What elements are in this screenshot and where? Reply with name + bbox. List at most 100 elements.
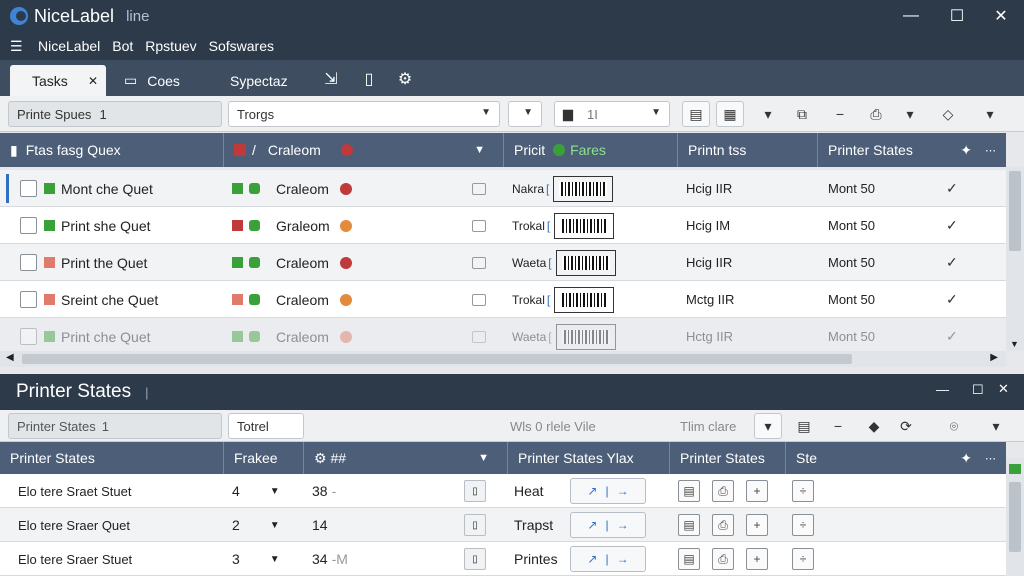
row-checkbox[interactable] (20, 254, 37, 271)
add-icon[interactable]: + (746, 548, 768, 570)
menu-item-nicelabel[interactable]: NiceLabel (38, 38, 100, 54)
edit-field-icon[interactable]: ▯ (464, 548, 486, 570)
chevron-down-icon[interactable]: ▾ (754, 413, 782, 439)
import-icon[interactable]: ⇲ (320, 68, 342, 90)
status-toggle-button[interactable]: ↗ | → (570, 478, 646, 504)
trorgs-dropdown[interactable]: Trorgs ▼ (228, 101, 500, 127)
table-row[interactable]: Elo tere Sraet Stuet 4 ▼ 38- ▯ Heat ↗ | → ▤ ⎙ + ÷ (0, 474, 1006, 508)
tab-sypectaz[interactable]: Sypectaz (230, 65, 310, 96)
chevron-down-icon[interactable]: ▾ (754, 101, 782, 127)
printer-icon[interactable]: ⎙ (712, 514, 734, 536)
detail-view-icon[interactable]: ▦ (716, 101, 744, 127)
row-checkbox[interactable] (20, 180, 37, 197)
close-button[interactable]: ✕ (978, 0, 1024, 32)
barcode-preview[interactable] (554, 286, 615, 313)
printer-icon[interactable]: ⎙ (712, 480, 734, 502)
minus-icon[interactable]: − (826, 101, 854, 127)
column-header-ste[interactable]: Ste ✦ ⋯ (786, 442, 1006, 474)
column-header-queue[interactable]: ▮ Ftas fasg Quex (0, 133, 224, 167)
barcode-preview[interactable] (555, 249, 616, 276)
barcode-preview[interactable] (553, 175, 614, 202)
column-header-panel-states[interactable]: Printer States (0, 442, 224, 474)
scroll-thumb[interactable] (1009, 482, 1021, 552)
table-row[interactable]: Elo tere Sraer Stuet 3 ▼ 34 -M ▯ Printes ↗ | → ▤ ⎙ +… (0, 542, 1006, 576)
minus-icon[interactable]: − (824, 413, 852, 439)
status-toggle-button[interactable]: ↗ | → (570, 546, 646, 572)
table-row[interactable]: Print she Quet Graleom Trokal[Hcig IM Mont … (0, 207, 1006, 244)
scroll-down-icon[interactable]: ▼ (1010, 339, 1019, 349)
table-row[interactable]: Print che Quet Craleom Waeta[Hctg IIR Mont … (0, 318, 1006, 355)
tab-coes[interactable]: ▭ Coes (124, 65, 214, 96)
chevron-down-icon[interactable]: ▼ (270, 554, 280, 565)
scroll-thumb[interactable] (22, 354, 852, 364)
document-icon[interactable]: ▤ (678, 548, 700, 570)
barcode-preview[interactable] (554, 212, 615, 239)
column-header-print-time[interactable]: Printn tss (678, 133, 818, 167)
menu-item-bot[interactable]: Bot (112, 38, 133, 54)
tab-tasks[interactable]: Tasks ✕ (10, 65, 106, 96)
table-row[interactable]: Mont che Quet Craleom Nakra[Hcig IIR Mont 5… (0, 170, 1006, 207)
edit-field-icon[interactable]: ▯ (464, 514, 486, 536)
chevron-down-icon[interactable]: ▾ (896, 101, 924, 127)
close-panel-icon[interactable]: ✕ (998, 381, 1009, 397)
row-checkbox[interactable] (20, 328, 37, 345)
chevron-down-icon[interactable]: ▼ (270, 486, 280, 497)
settings-gear-icon[interactable]: ⚙ (394, 68, 416, 90)
folder-icon[interactable] (472, 256, 486, 269)
document-icon[interactable]: ▤ (678, 514, 700, 536)
printer-spues-field[interactable]: Printe Spues 1 (8, 101, 222, 127)
column-header-ylax[interactable]: Printer States Ylax (508, 442, 670, 474)
camera-icon[interactable]: ⌾ (940, 413, 968, 439)
menu-item-rpstuev[interactable]: Rpstuev (145, 38, 196, 54)
add-icon[interactable]: + (746, 480, 768, 502)
row-checkbox[interactable] (20, 291, 37, 308)
column-header-print[interactable]: Pricit Fares (504, 133, 678, 167)
column-header-type[interactable]: / Craleom ▼ (224, 133, 504, 167)
row-checkbox[interactable] (20, 217, 37, 234)
chevron-down-icon[interactable]: ▼ (270, 520, 280, 531)
scroll-right-icon[interactable]: ▶ (990, 352, 998, 363)
list-view-icon[interactable]: ▤ (682, 101, 710, 127)
column-header-printer-states[interactable]: Printer States ✦ ⋯ (818, 133, 1006, 167)
scroll-thumb[interactable] (1009, 171, 1021, 251)
maximize-panel-icon[interactable]: ☐ (972, 382, 984, 398)
edit-field-icon[interactable]: ▯ (464, 480, 486, 502)
table-row[interactable]: Elo tere Sraer Quet 2 ▼ 14 ▯ Trapst ↗ | → ▤ ⎙ + ÷ (0, 508, 1006, 542)
tab-close-icon[interactable]: ✕ (88, 74, 98, 88)
menu-item-sofswares[interactable]: Sofswares (209, 38, 274, 54)
scroll-left-icon[interactable]: ◀ (6, 352, 14, 363)
status-toggle-button[interactable]: ↗ | → (570, 512, 646, 538)
minimize-button[interactable]: — (888, 0, 934, 32)
column-header-panel-states-2[interactable]: Printer States (670, 442, 786, 474)
add-icon[interactable]: + (746, 514, 768, 536)
folder-icon[interactable] (472, 182, 486, 195)
vertical-scrollbar[interactable]: ▼ (1006, 167, 1024, 351)
tag-icon[interactable]: ◆ (860, 413, 888, 439)
copy-icon[interactable]: ⧉ (788, 101, 816, 127)
minimize-panel-icon[interactable]: — (936, 382, 949, 397)
totrel-field[interactable]: Totrel (228, 413, 304, 439)
document-icon[interactable]: ▯ (358, 68, 380, 90)
folder-icon[interactable] (472, 219, 486, 232)
tag-icon[interactable]: ◇ (934, 101, 962, 127)
printer-icon[interactable]: ⎙ (712, 548, 734, 570)
more-options-icon[interactable]: ▾ (976, 101, 1004, 127)
more-options-icon[interactable]: ▾ (982, 413, 1010, 439)
hamburger-menu-icon[interactable]: ☰ (10, 38, 26, 55)
adjust-icon[interactable]: ÷ (792, 480, 814, 502)
maximize-button[interactable]: ☐ (934, 0, 980, 32)
document-icon[interactable]: ▤ (678, 480, 700, 502)
table-row[interactable]: Print the Quet Craleom Waeta[Hcig IIR Mont … (0, 244, 1006, 281)
column-header-settings[interactable]: ⚙ ## ▼ (304, 442, 508, 474)
table-row[interactable]: Sreint che Quet Craleom Trokal[Mctg IIR Mon… (0, 281, 1006, 318)
column-header-frakee[interactable]: Frakee (224, 442, 304, 474)
panel-vertical-scrollbar[interactable] (1006, 458, 1024, 576)
adjust-icon[interactable]: ÷ (792, 514, 814, 536)
folder-icon[interactable] (472, 330, 486, 343)
folder-icon[interactable] (472, 293, 486, 306)
printer-select[interactable]: ▆ 1I ▼ (554, 101, 670, 127)
document-icon[interactable]: ▤ (790, 413, 818, 439)
filter-dropdown[interactable]: ▼ (508, 101, 542, 127)
refresh-icon[interactable]: ⟳ (892, 413, 920, 439)
printer-icon[interactable]: ⎙ (862, 101, 890, 127)
